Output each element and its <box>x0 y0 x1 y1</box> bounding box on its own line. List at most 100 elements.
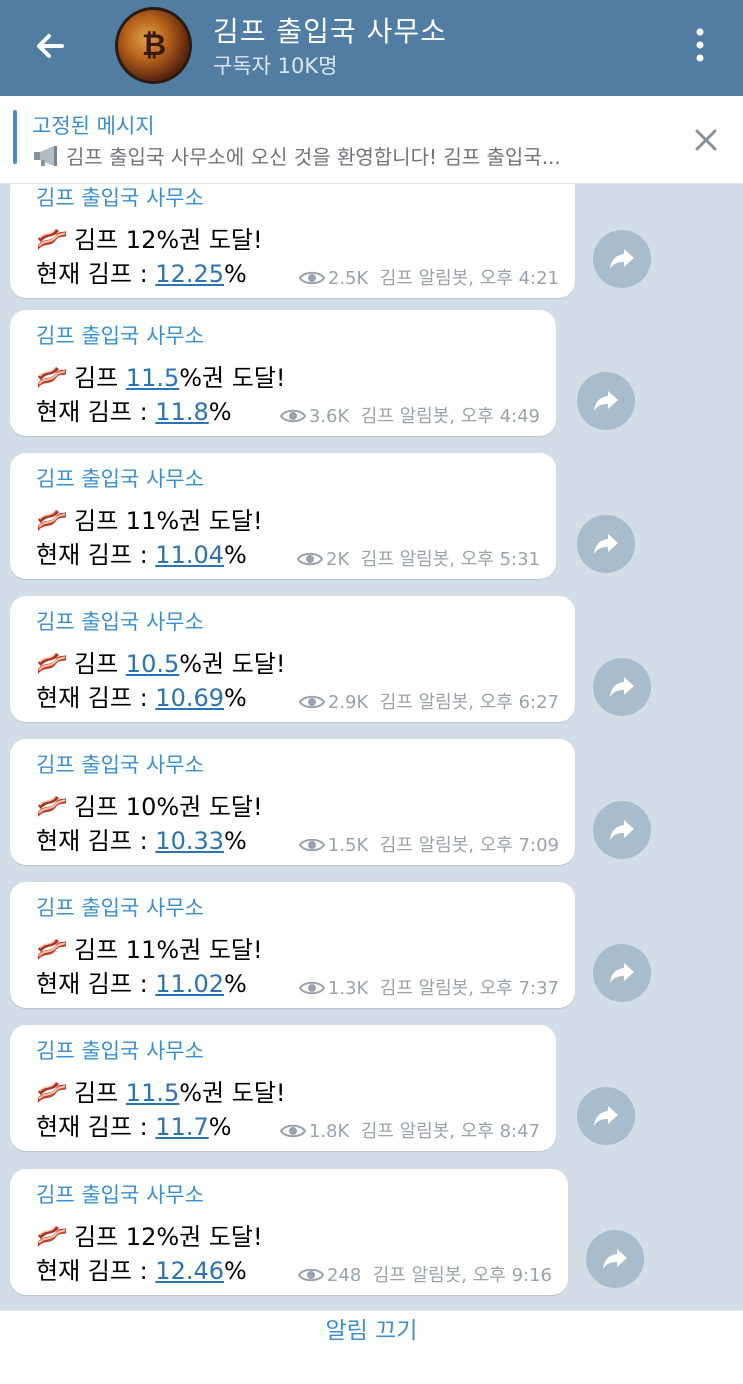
message-line-current: 현재 김프 : 11.7% <box>36 1107 232 1142</box>
level-link[interactable]: 11.5 <box>126 1079 179 1107</box>
message-line-current: 현재 김프 : 12.25% <box>36 254 247 289</box>
author-time: 김프 알림봇, 오후 7:37 <box>379 978 559 999</box>
message-sender[interactable]: 김프 출입국 사무소 <box>36 463 204 493</box>
message-meta: 2.9K 김프 알림봇, 오후 6:27 <box>298 688 559 714</box>
views-eye-icon <box>279 1123 307 1139</box>
close-icon[interactable] <box>693 127 719 153</box>
share-forward-icon[interactable] <box>593 230 651 288</box>
author-time: 김프 알림봇, 오후 7:09 <box>379 835 559 856</box>
message-line-current: 현재 김프 : 11.8% <box>36 392 232 427</box>
share-forward-icon[interactable] <box>593 801 651 859</box>
message-prefix: 김프 <box>74 507 126 535</box>
share-forward-icon[interactable] <box>593 658 651 716</box>
message-meta: 3.6K 김프 알림봇, 오후 4:49 <box>279 402 540 428</box>
message-prefix: 김프 <box>74 364 126 392</box>
message-prefix: 김프 <box>74 936 126 964</box>
message-line-level: 김프 12%권 도달! <box>36 220 263 255</box>
message-sender[interactable]: 김프 출입국 사무소 <box>36 1179 204 1209</box>
percent-sign: % <box>224 684 247 712</box>
message-line-current: 현재 김프 : 12.46% <box>36 1251 247 1286</box>
message-line-current: 현재 김프 : 10.33% <box>36 821 247 856</box>
message-line-level: 김프 10.5%권 도달! <box>36 644 286 679</box>
current-label: 현재 김프 : <box>36 970 156 998</box>
megaphone-icon <box>34 146 57 166</box>
current-label: 현재 김프 : <box>36 1257 156 1285</box>
pinned-message-bar[interactable]: 고정된 메시지 김프 출입국 사무소에 오신 것을 환영합니다! 김프 출입국.… <box>0 96 743 184</box>
share-forward-icon[interactable] <box>586 1230 644 1288</box>
message-meta: 2K 김프 알림봇, 오후 5:31 <box>296 545 540 571</box>
percent-sign: % <box>208 1113 232 1141</box>
bacon-emoji-icon <box>36 1080 68 1104</box>
mute-notifications-button[interactable]: 알림 끄기 <box>0 1311 743 1384</box>
more-vertical-icon[interactable] <box>688 26 712 66</box>
current-value-link[interactable]: 10.33 <box>155 827 224 855</box>
message-sender[interactable]: 김프 출입국 사무소 <box>36 184 204 212</box>
message-list[interactable]: 김프 출입국 사무소 김프 12%권 도달! 현재 김프 : 12.25% 2.5K … <box>0 184 743 1310</box>
author-time: 김프 알림봇, 오후 6:27 <box>379 692 559 713</box>
current-value-link[interactable]: 11.04 <box>155 541 224 569</box>
current-value-link[interactable]: 10.69 <box>155 684 224 712</box>
bacon-emoji-icon <box>36 794 68 818</box>
message-bubble[interactable]: 김프 출입국 사무소 김프 12%권 도달! 현재 김프 : 12.46% 248 김… <box>10 1169 568 1295</box>
level-link[interactable]: 11.5 <box>126 364 179 392</box>
share-forward-icon[interactable] <box>577 1087 635 1145</box>
current-value-link[interactable]: 11.02 <box>155 970 224 998</box>
message-line-level: 김프 11.5%권 도달! <box>36 358 286 393</box>
back-arrow-icon[interactable] <box>28 24 72 68</box>
current-label: 현재 김프 : <box>36 541 156 569</box>
message-bubble[interactable]: 김프 출입국 사무소 김프 11.5%권 도달! 현재 김프 : 11.8% 3.6K… <box>10 310 556 436</box>
message-bubble[interactable]: 김프 출입국 사무소김프 11%권 도달! 현재 김프 : 11.02% 1.3K … <box>10 882 575 1008</box>
bacon-emoji-icon <box>36 508 68 532</box>
current-label: 현재 김프 : <box>36 398 156 426</box>
current-value-link[interactable]: 12.46 <box>155 1257 224 1285</box>
bacon-emoji-icon <box>36 937 68 961</box>
bitcoin-icon: ₿ <box>141 28 167 63</box>
message-line-level: 김프 11.5%권 도달! <box>36 1073 286 1108</box>
message-sender[interactable]: 김프 출입국 사무소 <box>36 1035 204 1065</box>
message-meta: 2.5K 김프 알림봇, 오후 4:21 <box>298 264 559 290</box>
channel-avatar[interactable]: ₿ <box>115 7 192 84</box>
view-count: 2.5K <box>327 268 369 289</box>
percent-sign: % <box>224 827 247 855</box>
message-sender[interactable]: 김프 출입국 사무소 <box>36 892 204 922</box>
current-value-link[interactable]: 12.25 <box>155 260 224 288</box>
view-count: 1.5K <box>327 835 369 856</box>
message-line-current: 현재 김프 : 10.69% <box>36 678 247 713</box>
message-meta: 1.5K 김프 알림봇, 오후 7:09 <box>298 831 559 857</box>
views-eye-icon <box>279 408 307 424</box>
share-forward-icon[interactable] <box>593 944 651 1002</box>
level-link[interactable]: 10.5 <box>126 650 179 678</box>
message-bubble[interactable]: 김프 출입국 사무소김프 12%권 도달! 현재 김프 : 12.25% 2.5K … <box>10 184 575 298</box>
percent-sign: % <box>208 398 232 426</box>
message-bubble[interactable]: 김프 출입국 사무소 김프 10.5%권 도달! 현재 김프 : 10.69% 2.9… <box>10 596 575 722</box>
views-eye-icon <box>298 837 326 853</box>
views-eye-icon <box>297 1267 325 1283</box>
message-bubble[interactable]: 김프 출입국 사무소 김프 11%권 도달! 현재 김프 : 11.04% 2K 김프… <box>10 453 556 579</box>
message-bubble[interactable]: 김프 출입국 사무소 김프 10%권 도달! 현재 김프 : 10.33% 1.5K … <box>10 739 575 865</box>
current-label: 현재 김프 : <box>36 827 156 855</box>
message-level-text: %권 도달! <box>179 650 286 678</box>
message-prefix: 김프 <box>74 1079 126 1107</box>
message-sender[interactable]: 김프 출입국 사무소 <box>36 606 204 636</box>
current-value-link[interactable]: 11.7 <box>155 1113 208 1141</box>
message-prefix: 김프 <box>74 650 126 678</box>
message-line-current: 현재 김프 : 11.02% <box>36 964 247 999</box>
current-label: 현재 김프 : <box>36 684 156 712</box>
message-sender[interactable]: 김프 출입국 사무소 <box>36 749 204 779</box>
view-count: 2K <box>326 549 350 570</box>
message-sender[interactable]: 김프 출입국 사무소 <box>36 320 204 350</box>
current-label: 현재 김프 : <box>36 1113 156 1141</box>
message-level-text: 11%권 도달! <box>125 936 263 964</box>
channel-title[interactable]: 김프 출입국 사무소 <box>213 10 447 50</box>
percent-sign: % <box>224 1257 247 1285</box>
view-count: 1.3K <box>327 978 369 999</box>
message-bubble[interactable]: 김프 출입국 사무소 김프 11.5%권 도달! 현재 김프 : 11.7% 1.8K… <box>10 1025 556 1151</box>
current-value-link[interactable]: 11.8 <box>155 398 208 426</box>
author-time: 김프 알림봇, 오후 4:21 <box>379 268 559 289</box>
share-forward-icon[interactable] <box>577 515 635 573</box>
bacon-emoji-icon <box>36 1224 68 1248</box>
message-line-level: 김프 12%권 도달! <box>36 1217 263 1252</box>
message-meta: 1.3K 김프 알림봇, 오후 7:37 <box>298 974 559 1000</box>
share-forward-icon[interactable] <box>577 372 635 430</box>
pinned-text-content: 김프 출입국 사무소에 오신 것을 환영합니다! 김프 출입국... <box>66 145 561 169</box>
